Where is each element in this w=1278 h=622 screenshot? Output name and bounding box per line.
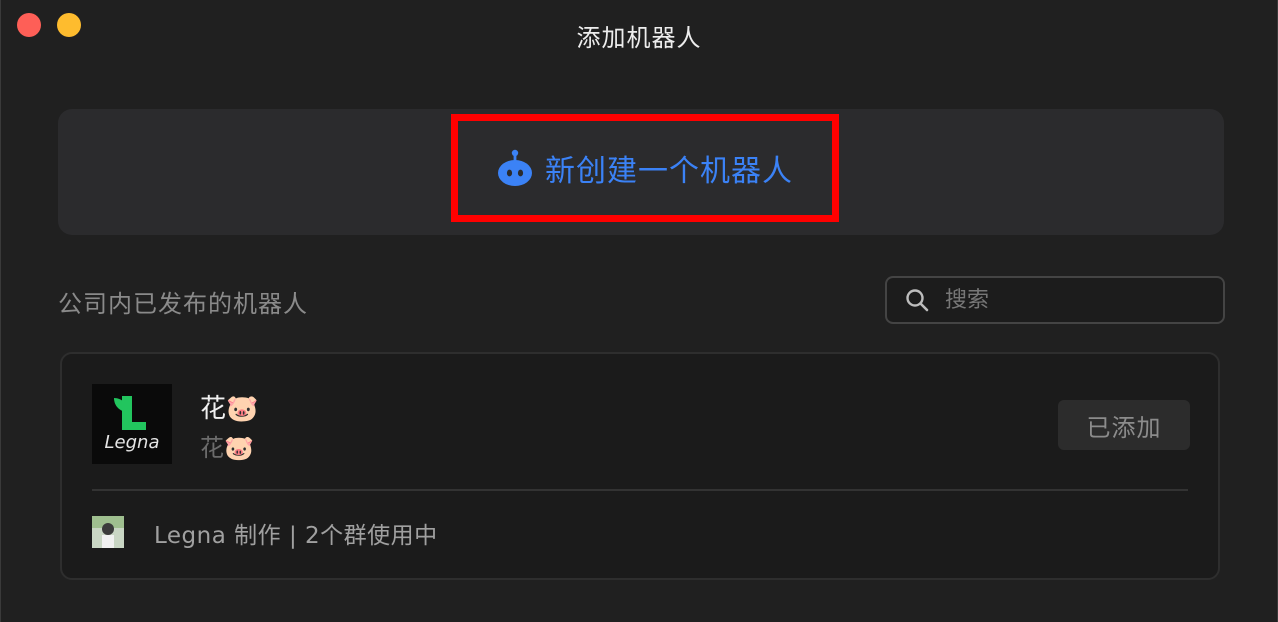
bot-description: 花🐷	[200, 434, 254, 462]
search-box[interactable]	[885, 276, 1225, 324]
legna-logo-icon: Legna	[92, 384, 172, 464]
creator-avatar	[92, 516, 124, 548]
added-status-button[interactable]: 已添加	[1058, 400, 1190, 450]
robot-icon	[498, 149, 532, 186]
bot-name: 花🐷	[200, 394, 259, 424]
window-title: 添加机器人	[576, 24, 702, 52]
svg-text:Legna: Legna	[105, 432, 160, 453]
bot-avatar: Legna	[92, 384, 172, 464]
search-icon	[906, 289, 929, 312]
section-title: 公司内已发布的机器人	[58, 290, 308, 318]
search-input[interactable]	[943, 286, 1197, 314]
card-divider	[92, 489, 1188, 491]
bot-creator-info: Legna 制作 | 2个群使用中	[154, 523, 438, 549]
bot-card[interactable]: Legna 花🐷 花🐷 已添加 Legna 制作 | 2个群使用中	[60, 352, 1220, 580]
create-bot-label: 新创建一个机器人	[545, 154, 793, 189]
create-bot-button[interactable]: 新创建一个机器人	[451, 114, 839, 222]
add-bot-window: 添加机器人 新创建一个机器人 公司内已发布的机器人 Legna 花�	[0, 0, 1278, 622]
